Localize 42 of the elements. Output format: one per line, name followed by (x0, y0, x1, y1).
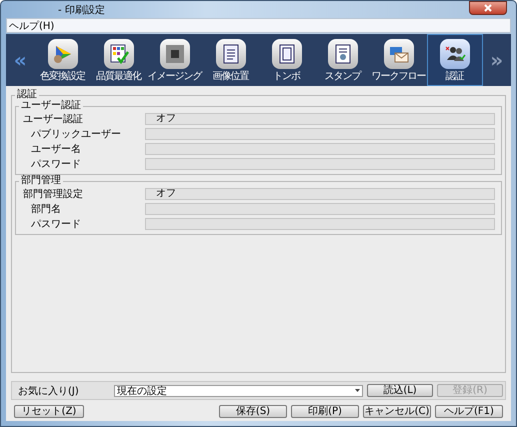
reset-button[interactable]: リセット(Z) (14, 405, 84, 418)
dialog-button[interactable]: キャンセル(C) (363, 405, 431, 418)
toolbar-tab[interactable]: トンボ (258, 34, 314, 86)
value-field[interactable] (145, 202, 495, 214)
section-title: 認証 (16, 90, 38, 100)
value-field[interactable] (145, 218, 495, 230)
color-wheel-icon (52, 43, 74, 65)
favorites-dropdown[interactable]: 現在の設定 (114, 384, 363, 396)
dropdown-arrow-icon (354, 389, 360, 392)
grid-check-icon (108, 43, 130, 65)
favorites-label: お気に入り(J) (17, 384, 80, 398)
field-label: ユーザー認証 (22, 112, 84, 126)
close-button[interactable] (469, 1, 507, 15)
toolbar-tab[interactable]: 品質最適化 (90, 34, 146, 86)
window-title: - 印刷設定 (58, 4, 105, 16)
dialog-button[interactable]: ヘルプ(F1) (435, 405, 503, 418)
field-label: パブリックユーザー (30, 128, 122, 140)
value-field[interactable] (145, 142, 495, 154)
field-label: ユーザー名 (30, 142, 82, 156)
toolbar-tab[interactable]: イメージング (146, 34, 202, 86)
field-label: 部門管理設定 (22, 188, 84, 200)
dialog-button[interactable]: 保存(S) (219, 405, 287, 418)
field-label: パスワード (30, 158, 82, 170)
toolbar-tab[interactable]: 画像位置 (202, 34, 258, 86)
toolbar-tab[interactable]: 認証 (426, 34, 482, 86)
dialog-button[interactable]: 印刷(P) (291, 405, 359, 418)
favorites-button[interactable]: 読込(L) (367, 384, 433, 397)
field-label: パスワード (30, 218, 82, 230)
value-field[interactable]: オフ (145, 188, 495, 200)
toolbar-tab[interactable]: ワークフロー (370, 34, 426, 86)
field-label: 部門名 (30, 202, 62, 216)
image-icon (164, 43, 186, 65)
value-field[interactable] (145, 128, 495, 140)
menu-item[interactable]: ヘルプ(H) (9, 18, 54, 32)
group-title: 部門管理 (20, 176, 62, 186)
toolbar-tab[interactable]: スタンプ (314, 34, 370, 86)
value-field[interactable]: オフ (145, 112, 495, 124)
close-icon (484, 4, 492, 12)
scroll-right-button[interactable]: » (486, 48, 507, 72)
group-title: ユーザー認証 (20, 101, 82, 111)
value-field[interactable] (145, 158, 495, 170)
toolbar-tab[interactable]: 色変換設定 (34, 34, 90, 86)
